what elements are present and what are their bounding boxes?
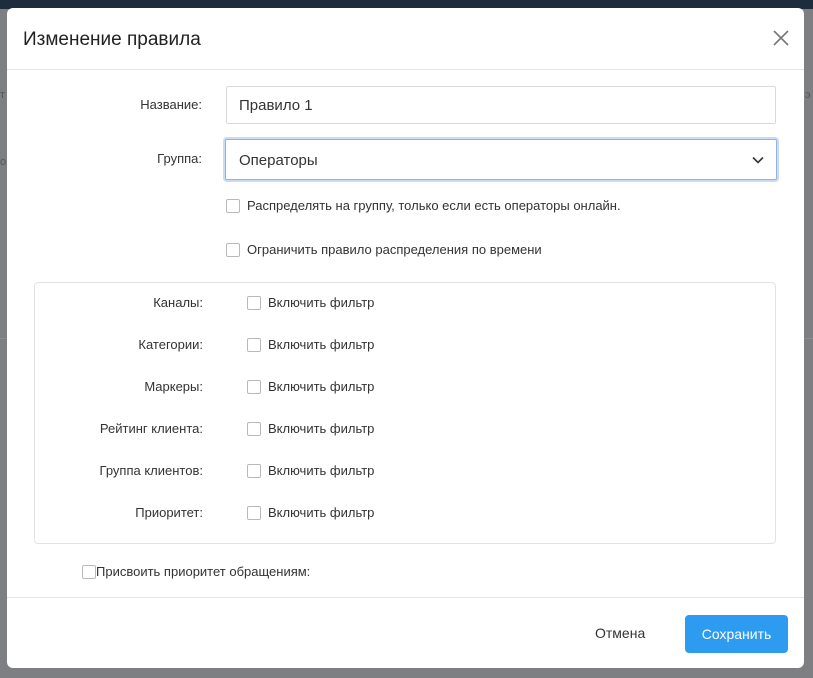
save-button[interactable]: Сохранить	[685, 615, 788, 653]
filter-label-client-group: Группа клиентов:	[99, 463, 203, 478]
name-label: Название:	[140, 97, 202, 112]
filter-toggle-label: Включить фильтр	[268, 463, 375, 478]
background-fragment: т	[0, 89, 6, 101]
filter-label-channels: Каналы:	[153, 295, 203, 310]
close-icon[interactable]	[769, 26, 793, 50]
time-limit-label: Ограничить правило распределения по врем…	[247, 242, 542, 257]
background-fragment: о	[0, 156, 7, 168]
edit-rule-dialog: Изменение правила Название: Группа: Опер…	[7, 8, 804, 668]
filter-checkbox-channels[interactable]	[247, 296, 261, 310]
filter-label-markers: Маркеры:	[144, 379, 203, 394]
dialog-header: Изменение правила	[7, 8, 804, 70]
filter-checkbox-client-group[interactable]	[247, 464, 261, 478]
filter-toggle-label: Включить фильтр	[268, 295, 375, 310]
distribute-online-checkbox[interactable]	[226, 199, 240, 213]
filter-label-categories: Категории:	[138, 337, 203, 352]
filter-checkbox-priority[interactable]	[247, 506, 261, 520]
filter-toggle-label: Включить фильтр	[268, 379, 375, 394]
filter-label-client-rating: Рейтинг клиента:	[99, 421, 203, 436]
background-fragment: э	[805, 89, 811, 101]
filter-toggle-label: Включить фильтр	[268, 505, 375, 520]
filter-checkbox-client-rating[interactable]	[247, 422, 261, 436]
group-label: Группа:	[157, 151, 202, 166]
filter-toggle-label: Включить фильтр	[268, 421, 375, 436]
rule-name-input[interactable]	[226, 86, 776, 124]
dialog-footer: Отмена Сохранить	[7, 597, 804, 668]
filter-checkbox-categories[interactable]	[247, 338, 261, 352]
group-select-value: Операторы	[239, 152, 318, 169]
distribute-online-label: Распределять на группу, только если есть…	[247, 198, 621, 213]
assign-priority-checkbox[interactable]	[82, 565, 96, 579]
assign-priority-label: Присвоить приоритет обращениям:	[96, 564, 311, 579]
filter-checkbox-markers[interactable]	[247, 380, 261, 394]
filter-label-priority: Приоритет:	[135, 505, 203, 520]
group-select[interactable]: Операторы	[225, 139, 777, 180]
filter-toggle-label: Включить фильтр	[268, 337, 375, 352]
time-limit-checkbox[interactable]	[226, 243, 240, 257]
dialog-title: Изменение правила	[23, 29, 201, 50]
chevron-down-icon	[751, 153, 765, 167]
cancel-button[interactable]: Отмена	[595, 625, 645, 641]
